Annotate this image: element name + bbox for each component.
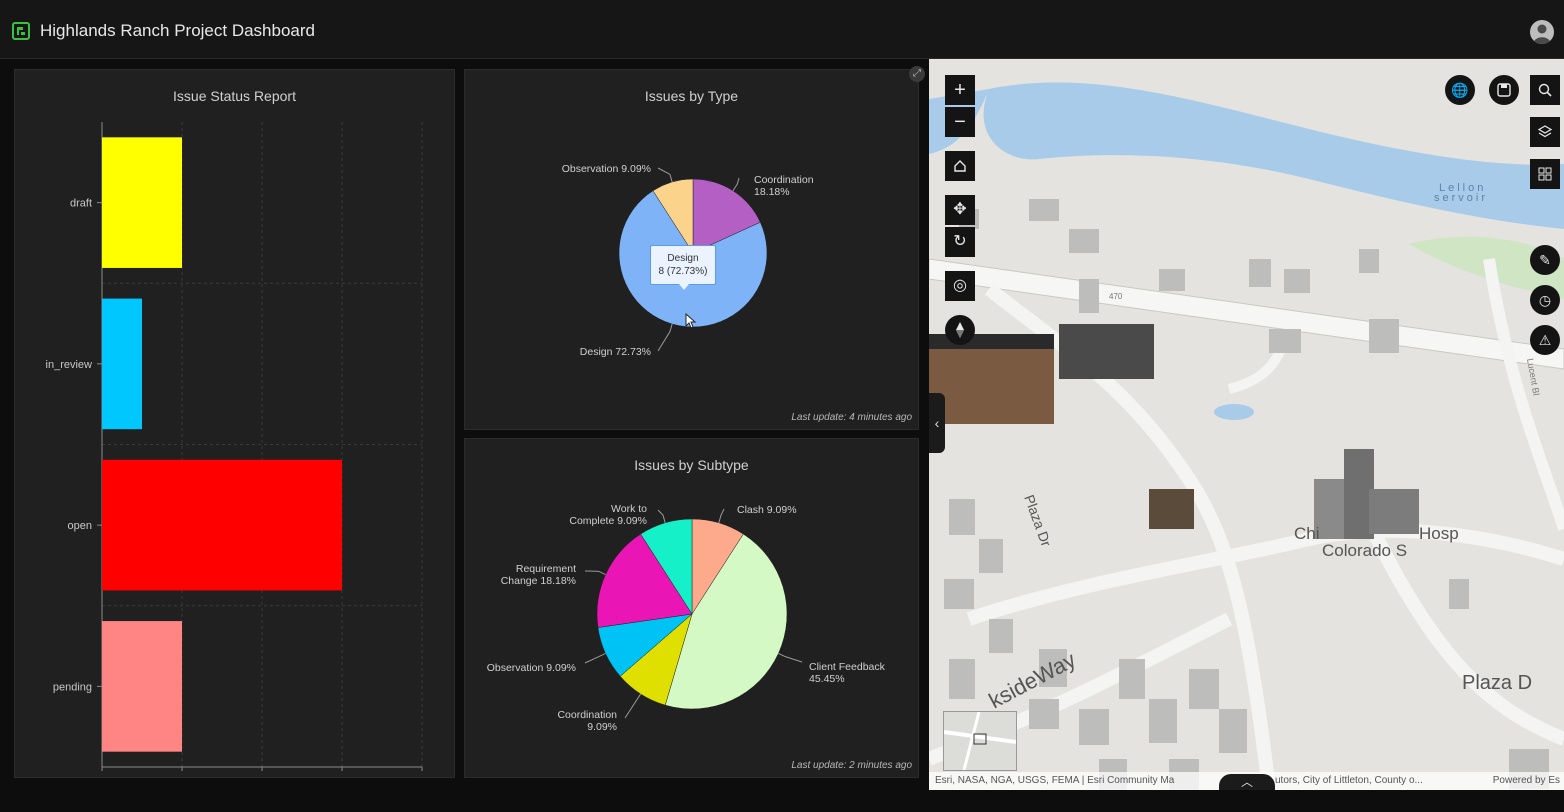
top-bar: Highlands Ranch Project Dashboard [0, 0, 1564, 59]
zoom-in-button[interactable]: + [945, 75, 975, 105]
attribution-text: Esri, NASA, NGA, USGS, FEMA | Esri Commu… [935, 775, 1175, 786]
mouse-cursor-icon [685, 312, 697, 334]
bar-open[interactable] [102, 459, 342, 591]
pie-label: Coordination [557, 709, 617, 721]
attribution-text-tail: utors, City of Littleton, County o... [1275, 775, 1423, 786]
pie-tooltip: Design 8 (72.73%) [650, 245, 716, 285]
powered-by-text: Powered by Es [1492, 775, 1560, 786]
search-icon[interactable] [1530, 75, 1560, 105]
pie-leader-line [718, 508, 725, 523]
pie-label: Clash 9.09% [737, 504, 797, 516]
rotate-icon[interactable]: ↻ [945, 227, 975, 257]
expand-chevron-up-icon[interactable]: ︿ [1219, 774, 1275, 790]
scene-map[interactable]: Plaza Dr Plaza D ksideWay Chi Hosp Color… [929, 59, 1564, 790]
map-attribution: Esri, NASA, NGA, USGS, FEMA | Esri Commu… [929, 772, 1564, 790]
pie-label: 45.45% [809, 673, 845, 685]
bar-label-draft: draft [70, 198, 92, 210]
pie-leader-line [657, 323, 673, 352]
basemap-globe-icon[interactable]: 🌐 [1445, 75, 1475, 105]
save-icon[interactable] [1489, 75, 1519, 105]
pie-label: Client Feedback [809, 661, 886, 673]
bar-pending[interactable] [102, 621, 182, 752]
issues-by-subtype-pie-chart: Clash 9.09% Client Feedback45.45% Coordina… [487, 503, 886, 733]
pie-leader-line [778, 653, 803, 663]
pie-label: Design 72.73% [580, 346, 651, 358]
pie-leader-line [584, 570, 606, 575]
bar-draft[interactable] [102, 137, 182, 268]
overview-minimap[interactable] [943, 711, 1017, 771]
map-label-highway: 470 [1109, 292, 1123, 301]
map-label-hospital-1: Chi [1294, 524, 1320, 543]
pie-label: Change 18.18% [501, 575, 576, 587]
issues-by-type-last-update: Last update: 4 minutes ago [791, 412, 912, 423]
map-label-reservoir-2: servoir [1434, 192, 1488, 204]
map-canvas[interactable]: Plaza Dr Plaza D ksideWay Chi Hosp Color… [929, 59, 1564, 790]
warning-icon[interactable]: ⚠ [1530, 325, 1560, 355]
bar-in_review[interactable] [102, 298, 142, 430]
layers-icon[interactable] [1530, 117, 1560, 147]
pie-label: Observation 9.09% [487, 662, 576, 674]
collapse-chevron-left-icon[interactable]: ‹ [929, 393, 945, 453]
map-label-hospital-2: Hosp [1419, 524, 1459, 543]
issue-status-bar-chart: draft in_reviewopen pending [46, 122, 423, 771]
tooltip-value: 8 (72.73%) [658, 266, 708, 277]
pie-leader-line [584, 653, 606, 664]
pie-leader-line [657, 167, 673, 183]
pie-label: Observation 9.09% [562, 163, 651, 175]
pie-leader-line [657, 509, 666, 523]
app-logo-icon [12, 22, 30, 40]
locate-icon[interactable]: ◎ [945, 271, 975, 301]
bar-label-pending: pending [53, 681, 92, 693]
pie-label: Requirement [516, 563, 576, 575]
tooltip-title: Design [667, 253, 699, 264]
issues-by-type-panel: Issues by Type Coordination 18.18% Design … [464, 69, 919, 430]
pan-icon[interactable]: ✥ [945, 195, 975, 225]
issues-by-subtype-panel: Issues by Subtype Clash 9.09% Client Feed… [464, 438, 919, 778]
bar-label-in_review: in_review [46, 359, 93, 371]
map-label-hospital-3: Colorado S [1322, 541, 1407, 560]
issue-status-panel: Issue Status Report draft in_review open pe… [14, 69, 455, 778]
pie-leader-line [624, 693, 642, 719]
sketch-pencil-icon[interactable]: ✎ [1530, 245, 1560, 275]
pie-label: Work to [611, 503, 647, 515]
user-avatar-icon[interactable] [1530, 20, 1554, 44]
pie-label: Complete 9.09% [569, 515, 647, 527]
issues-by-subtype-last-update: Last update: 2 minutes ago [791, 760, 912, 771]
pie-label: 9.09% [587, 721, 617, 733]
zoom-out-button[interactable]: − [945, 107, 975, 137]
pond [1214, 404, 1254, 420]
pie-label: Coordination [754, 174, 814, 186]
pie-label: 18.18% [754, 186, 790, 198]
basemap-gallery-icon[interactable] [1530, 159, 1560, 189]
fullscreen-icon[interactable]: ⤢ [909, 66, 925, 82]
home-button[interactable] [945, 151, 975, 181]
bar-label-open: open [68, 520, 92, 532]
pie-leader-line [732, 177, 740, 192]
map-label-street-2: Plaza D [1462, 672, 1532, 694]
tooltip-pointer [679, 284, 689, 290]
app-title: Highlands Ranch Project Dashboard [40, 21, 315, 40]
compass-icon[interactable] [945, 315, 975, 345]
time-icon[interactable]: ◷ [1530, 285, 1560, 315]
